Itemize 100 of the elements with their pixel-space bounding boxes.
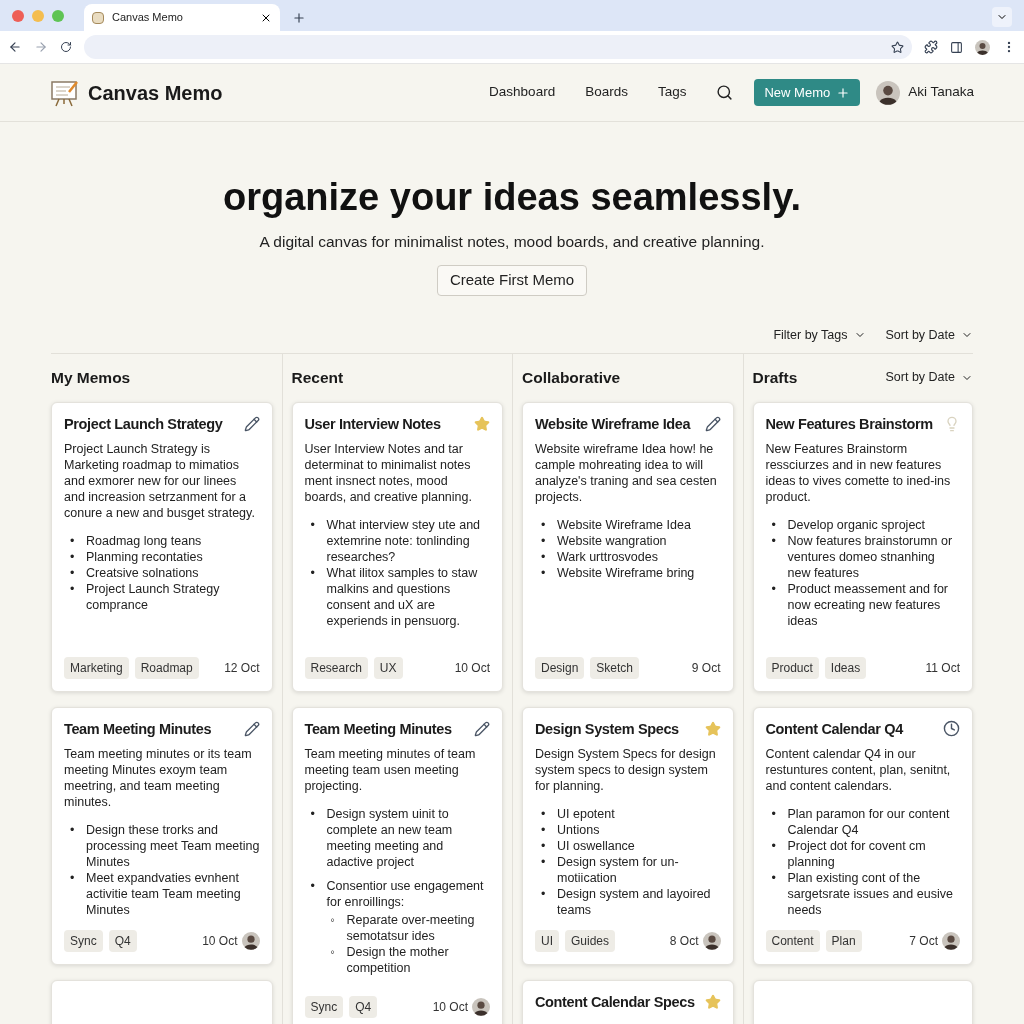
bullet-text: Wark urttrosvodes <box>557 549 658 564</box>
memo-title: Content Calendar Q4 <box>765 719 903 738</box>
bullet-marker: • <box>541 821 547 838</box>
bookmark-icon[interactable] <box>891 40 904 54</box>
bullet-text: Website Wireframe bring <box>557 565 695 580</box>
memo-title: Content Calendar Specs <box>535 992 695 1011</box>
memo-title: Team Meeting Minutes <box>64 719 212 738</box>
reload-icon[interactable] <box>60 41 72 53</box>
bullet-marker: • <box>541 564 547 581</box>
memo-text: Website wireframe Idea how! he cample mohreating idea to will analyze's traning and sea cesten projects. <box>535 440 718 505</box>
close-window-icon[interactable] <box>12 9 24 22</box>
bullet-marker: • <box>771 532 777 550</box>
nav-link[interactable]: Dashboard <box>489 82 556 103</box>
memo-card[interactable] <box>291 401 503 692</box>
search-icon[interactable] <box>716 84 734 101</box>
memo-date: 8 Oct <box>669 932 699 950</box>
tag-chip[interactable]: Q4 <box>349 995 378 1018</box>
nav-link[interactable]: Boards <box>585 82 628 103</box>
memo-card[interactable]: Content Calendar Specs <box>522 979 734 1024</box>
memo-date: 10 Oct <box>432 998 468 1016</box>
tag-chip[interactable]: Roadmap <box>134 656 199 679</box>
memo-card[interactable] <box>51 401 273 692</box>
bullet-text: UI epotent <box>557 806 615 821</box>
memo-card[interactable] <box>291 706 503 1024</box>
tag-chip[interactable]: Research <box>304 656 368 679</box>
edit-icon[interactable] <box>704 415 721 432</box>
bullet-text: Design system for un-motiication <box>557 854 679 885</box>
bullet-marker: ◦ <box>330 943 336 961</box>
tag-chip[interactable]: Marketing <box>64 656 129 679</box>
bullet-text: Project Launch Strategy comprance <box>86 581 220 612</box>
edit-icon[interactable] <box>243 415 260 432</box>
bullet-marker: • <box>70 869 76 887</box>
bullet-text: Plan existing cont of the sargetsrate issues and eusive needs <box>787 870 953 917</box>
bullet-marker: • <box>771 837 777 855</box>
bullet-marker: • <box>310 805 316 823</box>
memo-title: New Features Brainstorm <box>765 414 933 433</box>
tag-chip[interactable]: UX <box>373 656 403 679</box>
memo-text: Team meeting minutes of team meeting team usen meeting projecting. <box>304 745 477 794</box>
bullet-text: Develop organic sproject <box>787 517 926 532</box>
bullet-marker: • <box>541 853 547 871</box>
hero-subtitle: A digital canvas for minimalist notes, mood boards, and creative planning. <box>259 231 765 252</box>
memo-card[interactable] <box>752 706 973 965</box>
memo-title: Website Wireframe Idea <box>535 414 691 433</box>
tab-menu-button[interactable] <box>992 7 1012 27</box>
memo-date: 10 Oct <box>202 932 238 950</box>
brand-name[interactable]: Canvas Memo <box>88 77 223 108</box>
avatar-icon <box>975 39 990 55</box>
tag-chip[interactable]: Plan <box>825 929 862 952</box>
star-icon[interactable] <box>704 720 721 737</box>
memo-date: 9 Oct <box>691 659 721 677</box>
memo-text: New Features Brainstorm ressciurzes and in new features ideas to vives comette to ined-ins product. <box>765 440 952 505</box>
memo-date: 11 Oct <box>925 659 960 677</box>
edit-icon[interactable] <box>243 720 260 737</box>
memo-date: 12 Oct <box>224 659 260 677</box>
bullet-text: Design the mother competition <box>346 944 449 975</box>
lightbulb-icon <box>944 415 960 432</box>
memo-card[interactable] <box>522 401 734 692</box>
memo-card[interactable] <box>522 706 734 965</box>
bullet-text: Website wangration <box>557 533 667 548</box>
bullet-text: Product meassement and for now ecreating new features ideas <box>787 581 948 628</box>
bullet-marker: • <box>771 516 777 533</box>
bullet-marker: • <box>310 564 316 582</box>
bullet-marker: • <box>541 532 547 549</box>
tag-chip[interactable]: Design <box>535 656 585 679</box>
sort-dropdown[interactable]: Sort by Date <box>885 368 973 387</box>
bullet-text: Reparate over-meeting semotatsur ides <box>346 912 475 943</box>
tag-chip[interactable]: Content <box>765 929 820 952</box>
bullet-marker: • <box>70 532 76 549</box>
user-name[interactable]: Aki Tanaka <box>908 82 974 103</box>
filter-dropdown[interactable]: Sort by Date <box>885 325 973 345</box>
new-memo-button[interactable]: New Memo <box>754 79 861 106</box>
tag-chip[interactable]: Guides <box>565 929 616 952</box>
side-panel-icon[interactable] <box>950 40 963 54</box>
star-icon[interactable] <box>704 993 721 1010</box>
memo-card[interactable] <box>752 401 973 692</box>
bullet-text: What ilitox samples to staw malkins and questions consent and uX are experiends in pensuorg. <box>326 565 478 628</box>
bullet-marker: • <box>771 805 777 823</box>
memo-title: Design System Specs <box>535 719 679 738</box>
tag-chip[interactable]: Sync <box>304 995 344 1018</box>
browser-tab[interactable]: Canvas Memo <box>84 4 280 31</box>
bullet-marker: • <box>310 877 316 895</box>
tag-chip[interactable]: Sync <box>64 929 103 952</box>
tag-chip[interactable]: Ideas <box>824 656 867 679</box>
new-tab-icon[interactable] <box>292 11 306 25</box>
filter-dropdown[interactable]: Filter by Tags <box>773 325 866 345</box>
edit-icon[interactable] <box>474 720 490 737</box>
tag-chip[interactable]: Sketch <box>590 656 640 679</box>
create-memo-button[interactable]: Create First Memo <box>436 264 588 296</box>
bullet-text: Consentior use engagement for enroillings: <box>326 878 484 909</box>
tag-chip[interactable]: Q4 <box>108 929 137 952</box>
star-icon[interactable] <box>474 415 490 432</box>
extensions-icon[interactable] <box>924 40 938 54</box>
bullet-text: Design system uinit to complete an new team meeting meeting and adactive project <box>326 806 453 869</box>
plus-icon <box>836 85 851 100</box>
nav-link[interactable]: Tags <box>657 82 687 103</box>
back-icon[interactable] <box>8 40 22 54</box>
tag-chip[interactable]: Product <box>765 656 819 679</box>
tag-chip[interactable]: UI <box>535 929 559 952</box>
bullet-marker: • <box>541 805 547 822</box>
memo-card[interactable] <box>51 706 273 965</box>
